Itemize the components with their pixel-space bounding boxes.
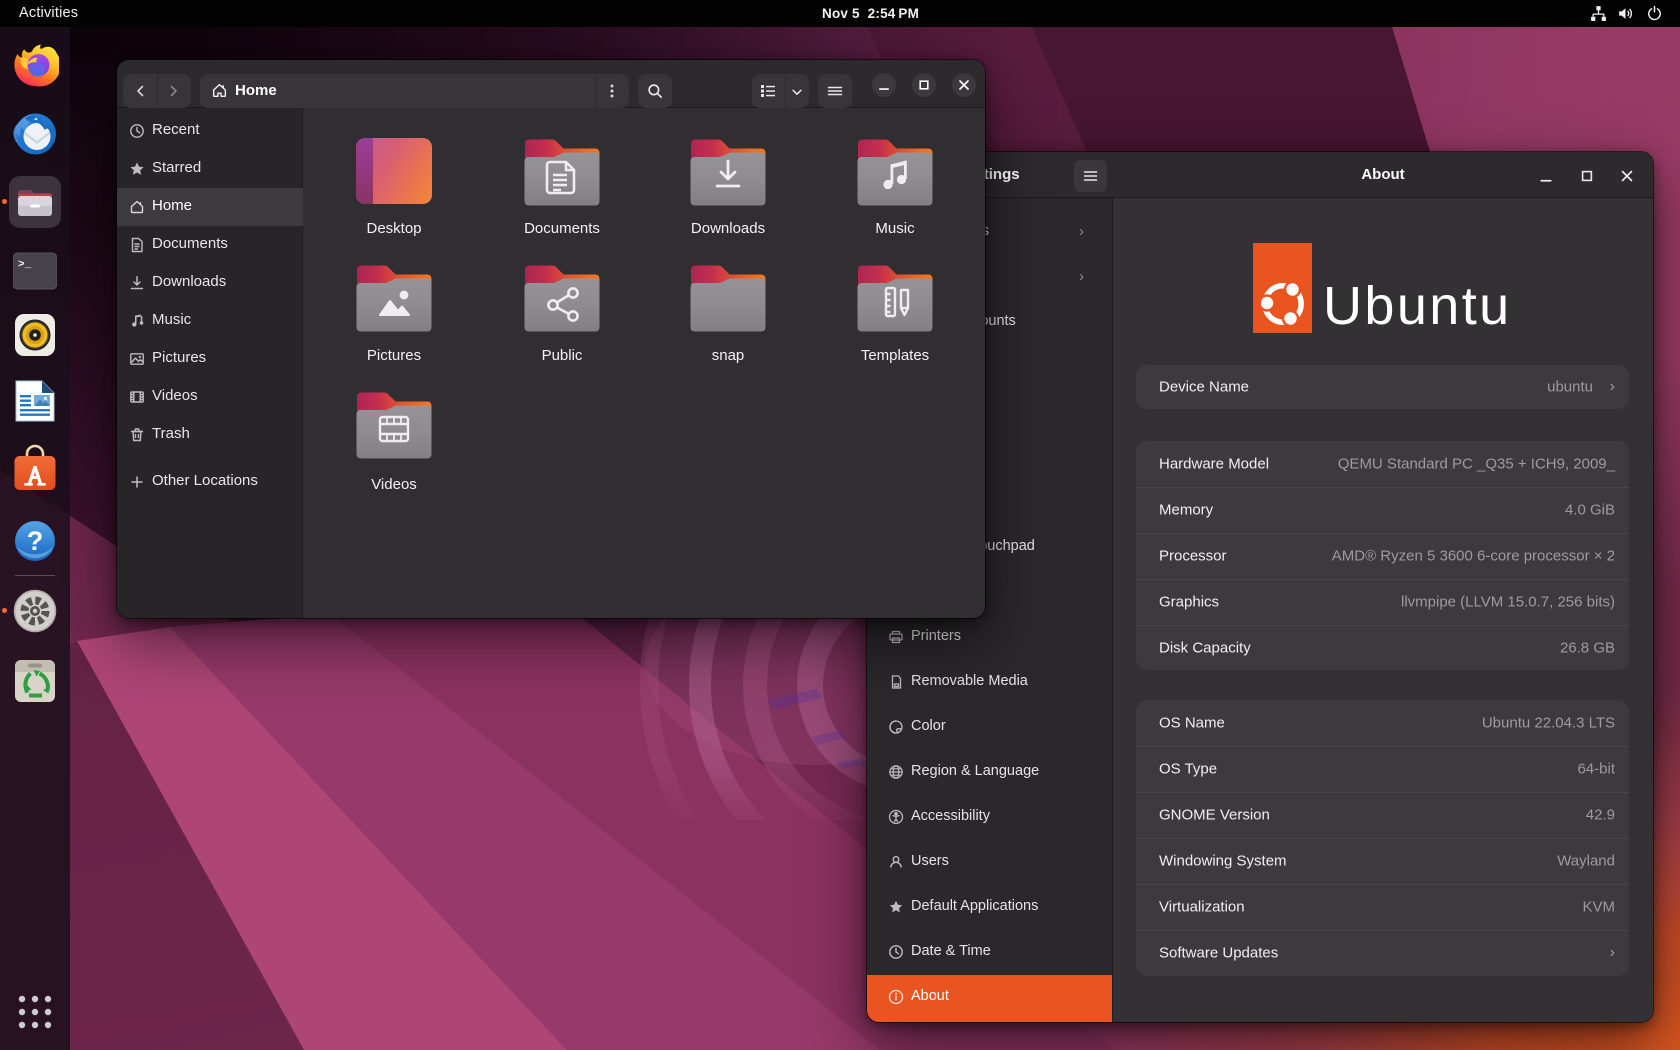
svg-text:?: ? bbox=[27, 526, 44, 556]
svg-text:>_: >_ bbox=[18, 259, 32, 271]
